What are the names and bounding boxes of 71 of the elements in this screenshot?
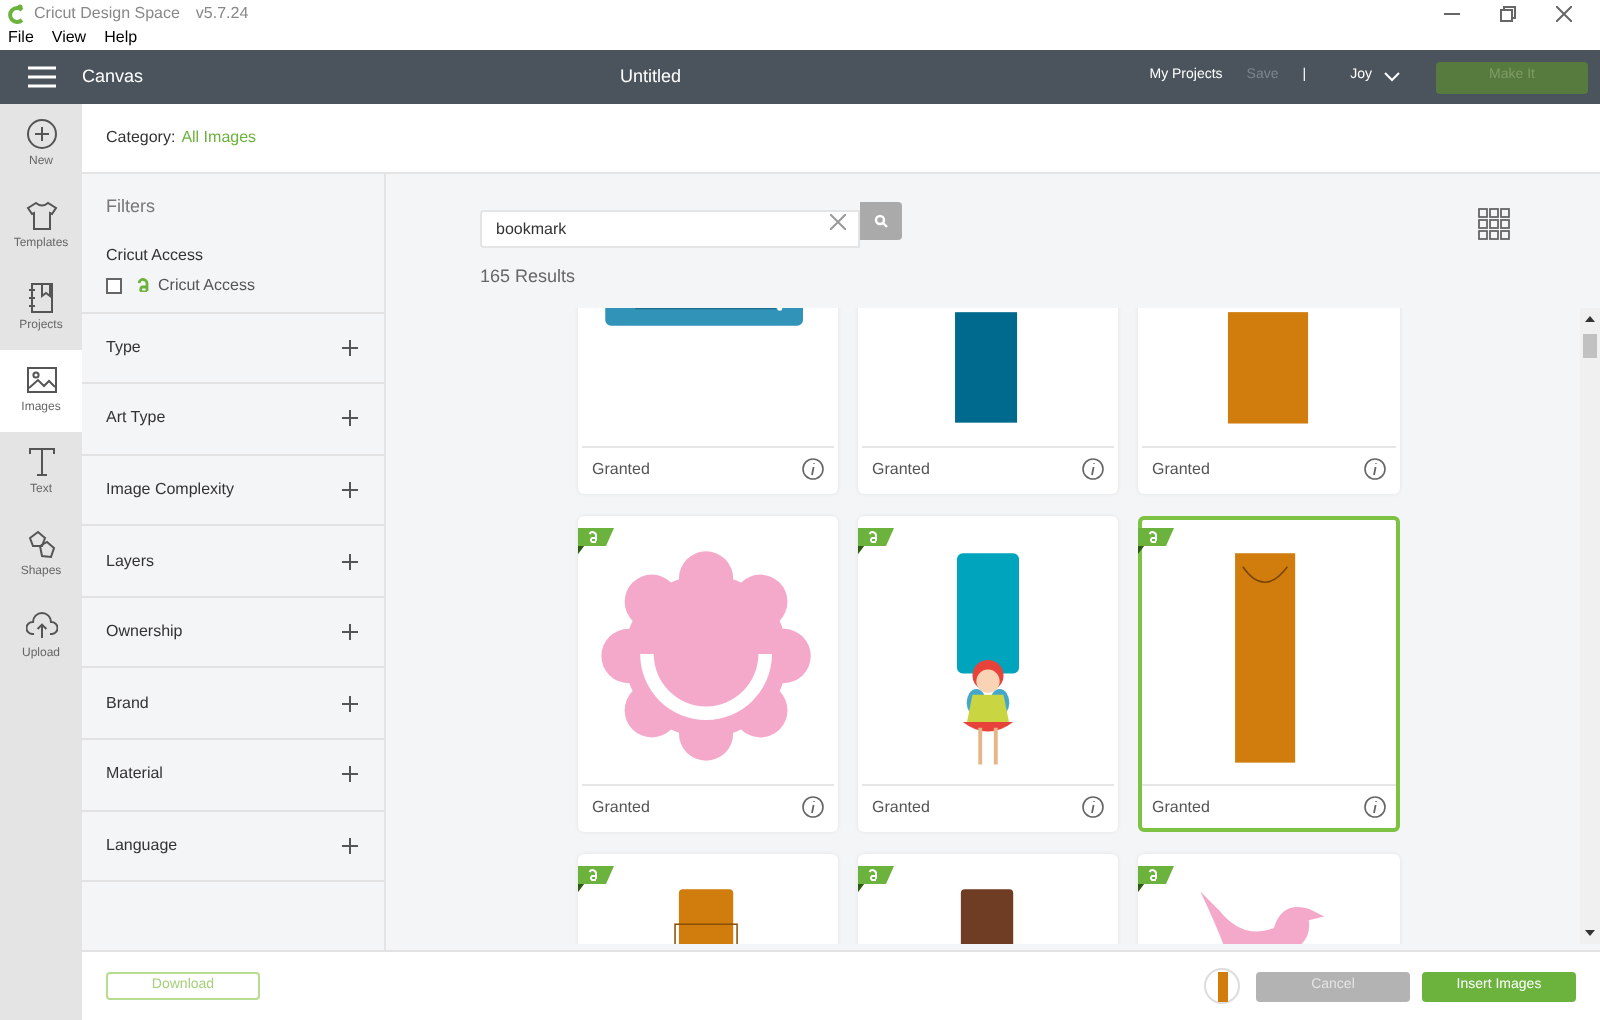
plus-icon [342, 766, 358, 783]
card-status: Granted [592, 457, 650, 481]
plus-icon [25, 118, 57, 150]
filter-section[interactable]: Type [82, 313, 384, 385]
image-card[interactable]: Granted [858, 516, 1118, 832]
menu-item[interactable]: File [8, 26, 34, 50]
shirt-icon [25, 200, 57, 232]
card-status: Granted [592, 795, 650, 819]
app-logo-icon [8, 3, 26, 23]
caret-icon [1384, 72, 1400, 82]
menu-item[interactable]: View [51, 26, 87, 50]
image-card[interactable]: Granted [858, 308, 1118, 494]
filter-section[interactable]: Ownership [82, 597, 384, 669]
bookmark-drawing [955, 312, 1018, 423]
filter-section[interactable]: Brand [82, 668, 384, 741]
info-icon[interactable] [1082, 796, 1104, 818]
filter-section[interactable]: Layers [82, 526, 384, 598]
text-icon [25, 446, 57, 478]
search-field[interactable]: bookmark [480, 209, 860, 247]
card-status: Granted [1152, 795, 1210, 819]
plus-icon [342, 695, 358, 712]
grid-view-icon[interactable] [1478, 208, 1510, 240]
shapes-icon [25, 528, 57, 560]
info-icon[interactable] [1364, 796, 1386, 818]
info-icon[interactable] [802, 796, 824, 818]
image-icon [25, 364, 57, 396]
results-count: 165 Results [478, 264, 578, 290]
filter-section[interactable]: Language [82, 811, 384, 883]
app-title: Cricut Design Space [34, 1, 180, 25]
checkbox-label: Cricut Access [158, 273, 255, 297]
bookmark-drawing [674, 889, 738, 944]
restore-icon[interactable] [1500, 5, 1516, 21]
image-card[interactable]: Granted [578, 516, 838, 832]
bookmark-drawing [960, 889, 1014, 944]
section-title: Canvas [82, 63, 144, 90]
bookmark-drawing [1227, 312, 1309, 424]
app-version: v5.7.24 [195, 1, 249, 25]
plus-icon [342, 624, 358, 641]
filter-section[interactable]: Art Type [82, 384, 384, 456]
card-status: Granted [872, 795, 930, 819]
filters-title: Filters [106, 194, 157, 220]
filter-section[interactable]: Material [82, 740, 384, 812]
plus-icon [342, 339, 358, 356]
image-card[interactable]: Granted [1138, 308, 1400, 494]
info-icon[interactable] [802, 458, 824, 480]
access-icon [136, 278, 150, 292]
plus-icon [342, 410, 358, 427]
scrollbar[interactable] [1580, 308, 1600, 944]
plus-icon [342, 553, 358, 570]
menu-icon[interactable] [28, 66, 56, 88]
document-title: Untitled [620, 63, 682, 90]
plus-icon [342, 837, 358, 854]
notebook-icon [25, 282, 57, 314]
bird-drawing [1200, 891, 1325, 944]
plus-icon [342, 481, 358, 498]
image-card[interactable]: Granted [578, 308, 838, 494]
filter-section[interactable]: Image Complexity [82, 455, 384, 527]
bookmark-thumbnail-icon [1217, 971, 1227, 1001]
search-icon [874, 213, 888, 227]
image-card[interactable]: Granted [1138, 516, 1400, 832]
filter-heading: Cricut Access [106, 243, 205, 267]
info-icon[interactable] [1082, 458, 1104, 480]
close-icon[interactable] [1556, 5, 1572, 21]
menu-item[interactable]: Help [104, 26, 138, 50]
info-icon[interactable] [1364, 458, 1386, 480]
card-status: Granted [872, 457, 930, 481]
clear-icon[interactable] [830, 213, 846, 229]
category-label: Category: [106, 126, 176, 150]
upload-icon [25, 610, 57, 642]
card-status: Granted [1152, 457, 1210, 481]
checkbox[interactable] [106, 277, 122, 293]
